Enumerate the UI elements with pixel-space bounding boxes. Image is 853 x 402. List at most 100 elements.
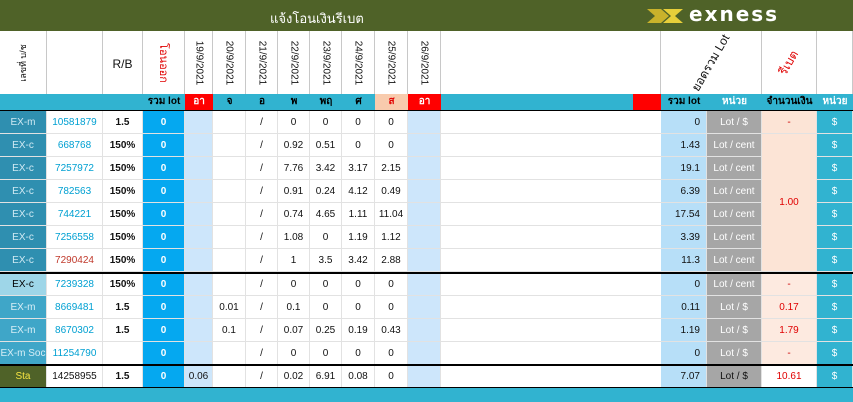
subheader-unit2: หน่วย [822,96,848,107]
header-date-label: 21/9/2021 [256,40,267,85]
rebate-rate: 150% [103,249,143,272]
subheader-day-sat: ส [375,94,408,110]
header-rb: R/B [103,31,143,94]
day-value: 0.24 [310,180,342,203]
account-number[interactable]: 7290424 [47,249,103,272]
transfer-out: 0 [143,319,185,342]
day-value: 0 [375,273,408,296]
day-tue-slash: / [246,226,278,249]
unit: Lot / $ [707,296,762,319]
header-spacer [441,31,661,94]
header-date: 24/9/2021 [342,31,375,94]
header-date-label: 24/9/2021 [352,40,364,85]
subheader-day-thu: พฤ [319,96,333,107]
rebate-rate [103,342,143,365]
subheader-day-wed: พ [290,96,298,107]
table-row: EX-m Soc112547900/000000Lot / $-$ [0,342,853,365]
day-value: 0.91 [278,180,310,203]
day-value: 0 [310,226,342,249]
account-number[interactable]: 7257972 [47,157,103,180]
day-value: 0.19 [342,319,375,342]
row-divider [0,272,853,274]
currency-icon: $ [817,134,853,157]
currency-icon: $ [817,273,853,296]
account-number[interactable]: 10581879 [47,111,103,134]
day-value: 0 [375,296,408,319]
account-number[interactable]: 782563 [47,180,103,203]
unit: Lot / cent [707,180,762,203]
account-number[interactable]: 7239328 [47,273,103,296]
day-sun2 [408,296,441,319]
subheader-sum-lot2: รวม lot [667,96,701,107]
day-mon: 0.1 [213,319,246,342]
account-type: EX-m Soc [0,342,47,365]
account-number[interactable]: 744221 [47,203,103,226]
table-row: Sta142589551.500.06/0.026.910.08007.07Lo… [0,365,853,388]
account-number[interactable]: 14258955 [47,365,103,388]
day-value: 2.15 [375,157,408,180]
day-value: 0 [342,342,375,365]
currency-icon: $ [817,111,853,134]
day-tue-slash: / [246,134,278,157]
rebate-rate: 1.5 [103,296,143,319]
account-type: EX-c [0,273,47,296]
transfer-out: 0 [143,203,185,226]
day-value: 4.65 [310,203,342,226]
spacer [441,273,661,296]
subheader-day-sun: อา [185,94,213,110]
subheader-day-mon: จ [226,96,233,107]
unit: Lot / cent [707,203,762,226]
rebate-rate: 150% [103,273,143,296]
rebate-amount-merged: 1.00 [762,134,817,272]
day-sun [185,296,213,319]
account-type: Sta [0,365,47,388]
row-divider [0,364,853,366]
day-value: 0.43 [375,319,408,342]
day-sun [185,180,213,203]
account-number[interactable]: 668768 [47,134,103,157]
header-date-label: 26/9/2021 [418,40,430,85]
rebate-amount: 10.61 [762,365,817,388]
unit: Lot / cent [707,157,762,180]
account-number[interactable]: 8669481 [47,296,103,319]
subheader-day-fri: ศ [355,96,362,107]
table-row: EX-m86703021.500.1/0.070.250.190.430.151… [0,319,853,342]
day-value: 6.91 [310,365,342,388]
total-lot: 0 [661,111,707,134]
day-value: 0.08 [342,365,375,388]
day-value: 0.51 [310,134,342,157]
subheader-red-marker [633,94,661,110]
transfer-out: 0 [143,111,185,134]
spacer [441,319,661,342]
day-mon: 0.01 [213,296,246,319]
day-value: 0.25 [310,319,342,342]
day-sun2 [408,365,441,388]
rebate-rate: 150% [103,203,143,226]
day-value: 3.42 [342,249,375,272]
subheader-unit: หน่วย [722,96,747,107]
rebate-rate: 150% [103,180,143,203]
day-mon [213,134,246,157]
rebate-amount: - [762,111,817,134]
day-sun [185,111,213,134]
day-tue-slash: / [246,342,278,365]
day-tue-slash: / [246,111,278,134]
day-value: 0.49 [375,180,408,203]
account-number[interactable]: 7256558 [47,226,103,249]
currency-icon: $ [817,203,853,226]
transfer-out: 0 [143,296,185,319]
day-value: 0.92 [278,134,310,157]
account-number[interactable]: 8670302 [47,319,103,342]
table-row: EX-c7256558150%0/1.0801.191.1203.39Lot /… [0,226,853,249]
day-tue-slash: / [246,157,278,180]
header-date: 19/9/2021 [185,31,213,94]
currency-icon: $ [817,365,853,388]
total-lot: 0 [661,273,707,296]
day-value: 0.74 [278,203,310,226]
day-sun2 [408,134,441,157]
account-number[interactable]: 11254790 [47,342,103,365]
total-lot: 11.3 [661,249,707,272]
rebate-rate: 150% [103,157,143,180]
day-value: 0 [310,273,342,296]
day-tue-slash: / [246,180,278,203]
